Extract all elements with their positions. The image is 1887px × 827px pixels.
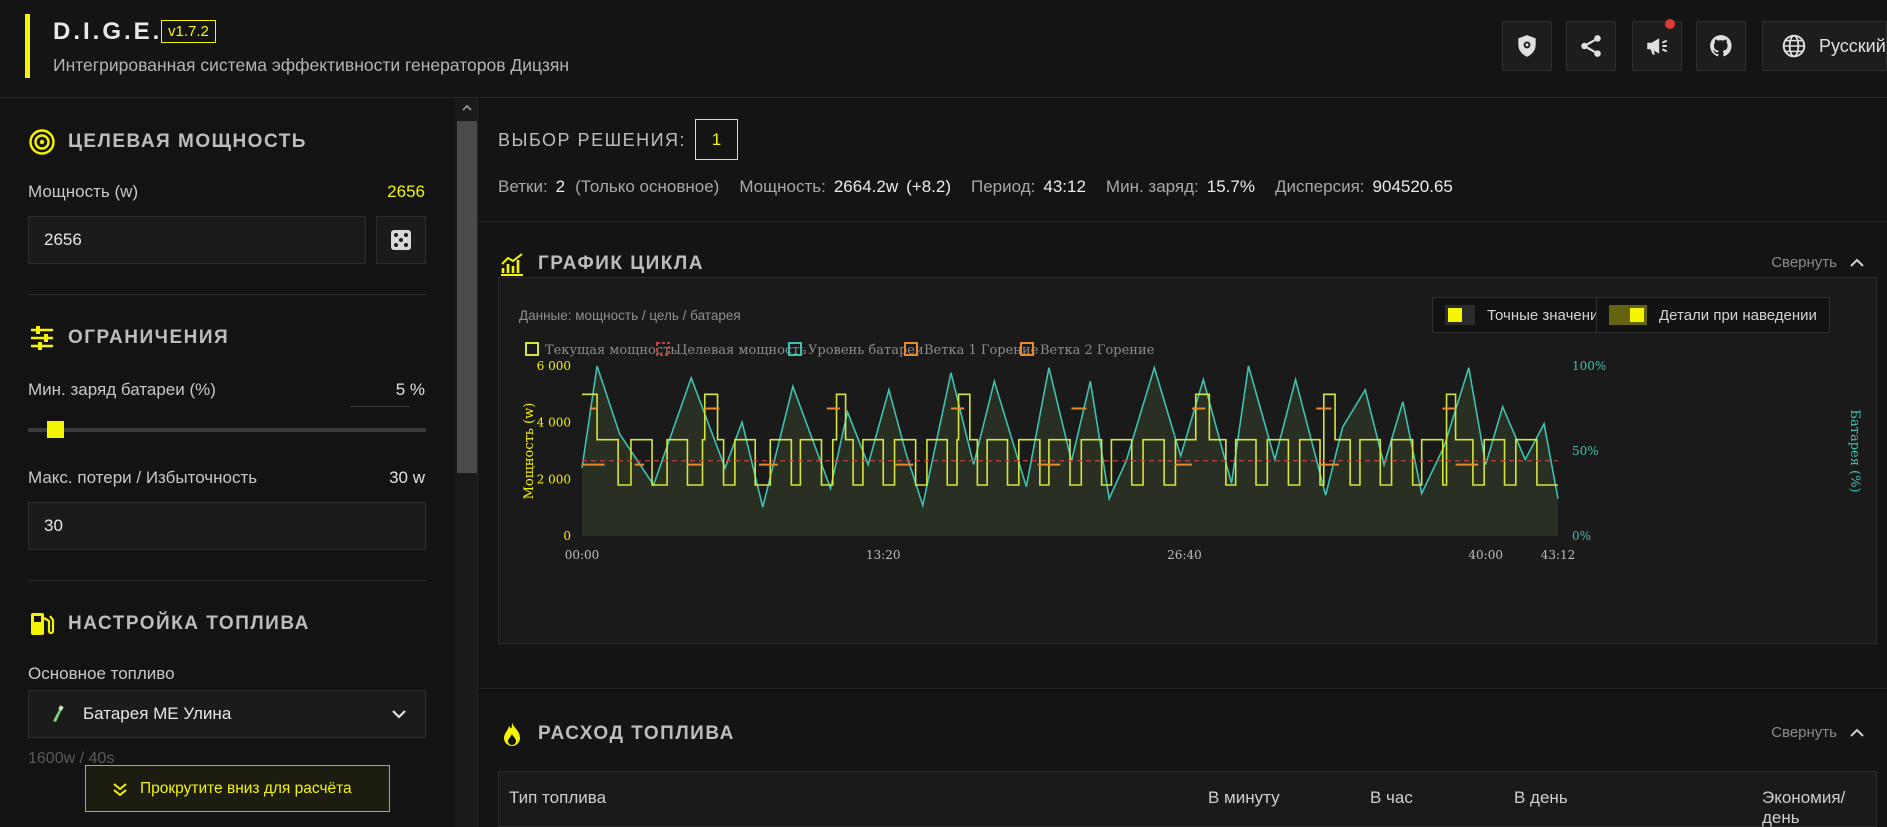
chevron-up-icon [1850,728,1864,737]
y-tick-label: 6 000 [537,359,571,373]
stat-power: Мощность: 2664.2w (+8.2) [739,177,951,196]
globe-icon [1782,34,1806,58]
main-fuel-label: Основное топливо [28,664,175,683]
power-input[interactable]: 2656 [28,216,366,264]
max-loss-label: Макс. потери / Избыточность [28,468,258,487]
max-loss-input[interactable]: 30 [28,502,426,550]
solution-selector[interactable]: 1 [695,119,738,160]
main-fuel-value: Батарея МЕ Улина [83,704,232,723]
announcements-button[interactable] [1632,19,1682,71]
max-loss-value: 30 w [389,468,425,487]
cycle-chart-container: Данные: мощность / цель / батарея Точные… [498,277,1877,644]
solution-bar: ВЫБОР РЕШЕНИЯ: 1 Ветки: 2 (Только основное… [478,98,1887,222]
col-savings-day: Экономия/день [1762,788,1846,827]
cycle-chart-title: ГРАФИК ЦИКЛА [498,250,704,278]
legend-swatch [525,342,539,356]
x-tick-label: 00:00 [565,548,600,562]
flame-icon [504,722,520,746]
section-divider [28,294,426,295]
scroll-to-calculate-button[interactable]: Прокрутите вниз для расчёта [85,765,390,812]
language-selector[interactable]: Русский [1762,21,1887,71]
solution-stats: Ветки: 2 (Только основное) Мощность: 2664.2… [498,177,1473,197]
min-charge-slider-handle[interactable] [47,421,64,438]
target-power-section-title: ЦЕЛЕВАЯ МОЩНОСТЬ [28,128,307,156]
stat-branches: Ветки: 2 (Только основное) [498,177,720,196]
target-icon [29,129,55,155]
chevron-up-icon [1850,258,1864,267]
notification-dot [1665,19,1675,29]
scroll-up-arrow-icon[interactable] [461,102,473,114]
min-charge-slider[interactable] [28,428,426,432]
github-button[interactable] [1696,21,1746,71]
app-title: D.I.G.E. [53,18,163,45]
limits-section-title: ОГРАНИЧЕНИЯ [28,324,229,352]
power-display-value: 2656 [387,182,425,201]
app-subtitle: Интегрированная система эффективности ге… [53,55,570,75]
x-tick-label: 40:00 [1468,548,1503,562]
legend-label: Целевая мощность [676,343,806,358]
section-divider [28,580,426,581]
power-label: Мощность (w) [28,182,139,201]
y-tick-label: 0 [563,529,571,543]
min-charge-value[interactable]: 5 % [396,380,425,400]
y-tick-label: 2 000 [537,472,571,486]
main-content: ВЫБОР РЕШЕНИЯ: 1 Ветки: 2 (Только основное… [478,98,1887,827]
chart-icon [501,253,523,276]
share-button[interactable] [1566,21,1616,71]
fuel-usage-title: РАСХОД ТОПЛИВА [498,720,735,748]
col-per-hour: В час [1370,788,1413,807]
y2-axis-label: Батарея (%) [1847,409,1862,492]
col-per-day: В день [1514,788,1568,807]
settings-sidebar: ЦЕЛЕВАЯ МОЩНОСТЬ Мощность (w) 2656 2656 … [0,98,478,827]
chevron-down-icon [392,710,406,719]
megaphone-icon [1647,38,1668,55]
random-power-button[interactable] [376,216,426,264]
fuel-table-header: Тип топлива В минуту В час В день Эконом… [498,771,1877,827]
x-tick-label: 26:40 [1167,548,1202,562]
x-tick-label: 43:12 [1541,548,1576,562]
collapse-chart-button[interactable]: Свернуть [1771,254,1865,271]
privacy-button[interactable] [1502,21,1552,71]
solution-label: ВЫБОР РЕШЕНИЯ: [498,130,687,150]
shield-eye-icon [1518,35,1536,57]
language-label: Русский [1819,35,1886,56]
y2-tick-label: 0% [1572,529,1591,543]
stat-dispersion: Дисперсия: 904520.65 [1274,177,1453,196]
y2-tick-label: 50% [1572,444,1599,458]
sliders-icon [31,326,53,350]
fuel-pump-icon [31,613,55,635]
battery-item-icon [53,705,64,722]
header: D.I.G.E. v1.7.2 Интегрированная система … [0,0,1887,98]
y2-tick-label: 100% [1572,359,1606,373]
double-chevron-down-icon [113,782,127,796]
share-icon [1581,35,1601,57]
main-fuel-select[interactable]: Батарея МЕ Улина [28,690,426,738]
version-badge: v1.7.2 [161,20,216,43]
brand-accent-bar [25,14,30,78]
x-tick-label: 13:20 [866,548,901,562]
cycle-chart[interactable]: Текущая мощностьЦелевая мощность Уровень … [499,278,1878,645]
min-charge-label: Мин. заряд батареи (%) [28,380,216,399]
fuel-section-title: НАСТРОЙКА ТОПЛИВА [28,610,310,638]
app-root: D.I.G.E. v1.7.2 Интегрированная система … [0,0,1887,827]
y-tick-label: 4 000 [537,416,571,430]
stat-period: Период: 43:12 [971,177,1086,196]
github-icon [1710,35,1732,57]
sidebar-scroll-thumb[interactable] [457,121,477,473]
legend-label: Ветка 2 Горение [1040,343,1155,358]
col-fuel-type: Тип топлива [509,788,607,807]
y-axis-label: Мощность (w) [522,403,537,500]
col-per-minute: В минуту [1208,788,1280,807]
stat-min-charge: Мин. заряд: 15.7% [1105,177,1255,196]
min-charge-underline [350,406,410,407]
collapse-fuel-button[interactable]: Свернуть [1771,724,1865,741]
dice-icon [391,230,411,250]
